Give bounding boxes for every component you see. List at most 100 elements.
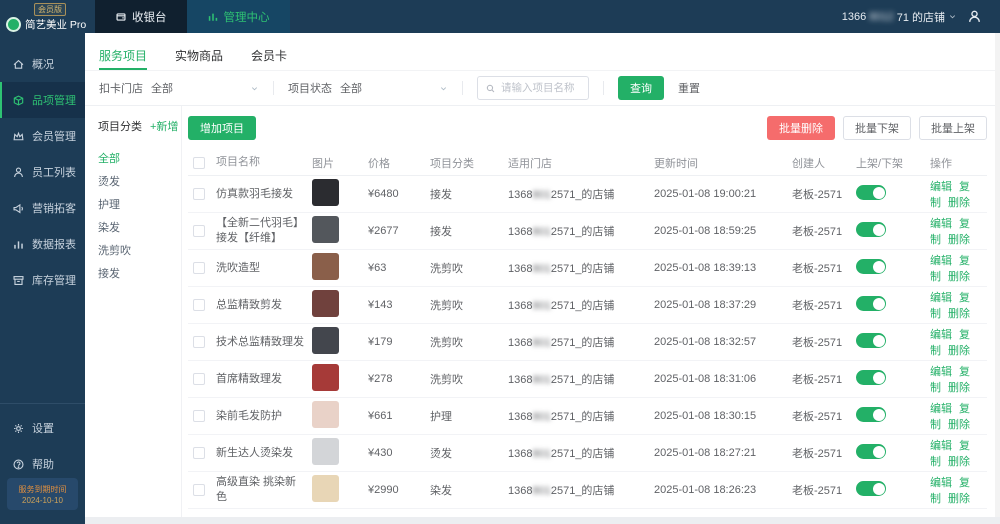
sidebar-item-marketing[interactable]: 营销拓客 bbox=[0, 190, 85, 226]
sidebar-item-overview[interactable]: 概况 bbox=[0, 46, 85, 82]
sidebar-item-items-management[interactable]: 品项管理 bbox=[0, 82, 85, 118]
col-price: 价格 bbox=[368, 157, 390, 170]
sidebar-item-reports[interactable]: 数据报表 bbox=[0, 226, 85, 262]
row-actions: 编辑 复制 删除 bbox=[930, 215, 987, 247]
category-item-care[interactable]: 护理 bbox=[98, 196, 181, 212]
row-checkbox[interactable] bbox=[193, 188, 205, 200]
sidebar-item-help[interactable]: 帮助 bbox=[0, 446, 85, 482]
delete-link[interactable]: 删除 bbox=[948, 382, 970, 394]
col-actions: 操作 bbox=[930, 157, 952, 170]
item-price: ¥6480 bbox=[368, 188, 399, 200]
reset-button[interactable]: 重置 bbox=[678, 80, 700, 96]
account-dropdown[interactable]: 1366 8012 71 的店铺 bbox=[842, 9, 957, 25]
delete-link[interactable]: 删除 bbox=[948, 308, 970, 320]
sidebar-item-label: 品项管理 bbox=[32, 95, 76, 107]
item-photo bbox=[312, 253, 339, 280]
on-shelf-toggle[interactable] bbox=[856, 333, 886, 348]
brand: 简艺美业 Pro bbox=[0, 16, 86, 32]
admin-center-tab[interactable]: 管理中心 bbox=[186, 0, 290, 33]
status-filter-select[interactable]: 全部 bbox=[340, 80, 448, 96]
sidebar-item-staff[interactable]: 员工列表 bbox=[0, 154, 85, 190]
category-item-dye[interactable]: 染发 bbox=[98, 219, 181, 235]
edit-link[interactable]: 编辑 bbox=[930, 366, 952, 378]
toggle-knob bbox=[872, 482, 885, 495]
query-button[interactable]: 查询 bbox=[618, 76, 664, 100]
item-price: ¥2677 bbox=[368, 225, 399, 237]
delete-link[interactable]: 删除 bbox=[948, 493, 970, 505]
item-search-input[interactable] bbox=[501, 82, 581, 94]
chevron-down-icon bbox=[949, 15, 956, 19]
user-avatar-icon[interactable] bbox=[967, 9, 982, 24]
delete-link[interactable]: 删除 bbox=[948, 456, 970, 468]
item-creator: 老板-2571 bbox=[792, 189, 843, 201]
edit-link[interactable]: 编辑 bbox=[930, 329, 952, 341]
cashier-tab[interactable]: 收银台 bbox=[95, 0, 187, 33]
item-price: ¥143 bbox=[368, 299, 393, 311]
item-price: ¥179 bbox=[368, 336, 393, 348]
gear-icon bbox=[14, 423, 23, 433]
category-item-perm[interactable]: 烫发 bbox=[98, 173, 181, 189]
sidebar-item-members[interactable]: 会员管理 bbox=[0, 118, 85, 154]
on-shelf-toggle[interactable] bbox=[856, 370, 886, 385]
row-checkbox[interactable] bbox=[193, 299, 205, 311]
toggle-knob bbox=[872, 408, 885, 421]
edit-link[interactable]: 编辑 bbox=[930, 255, 952, 267]
scrollbar[interactable] bbox=[995, 33, 1000, 517]
item-creator: 老板-2571 bbox=[792, 337, 843, 349]
select-all-checkbox[interactable] bbox=[193, 156, 205, 169]
toggle-knob bbox=[872, 186, 885, 199]
category-item-all[interactable]: 全部 bbox=[98, 150, 181, 166]
edit-link[interactable]: 编辑 bbox=[930, 440, 952, 452]
store-masked-digits: 801 bbox=[532, 485, 551, 497]
row-actions: 编辑 复制 删除 bbox=[930, 252, 987, 284]
row-checkbox[interactable] bbox=[193, 262, 205, 274]
bulk-on-shelf-button[interactable]: 批量上架 bbox=[919, 116, 987, 140]
sidebar-item-inventory[interactable]: 库存管理 bbox=[0, 262, 85, 298]
store-filter-select[interactable]: 全部 bbox=[151, 80, 259, 96]
delete-link[interactable]: 删除 bbox=[948, 419, 970, 431]
edit-link[interactable]: 编辑 bbox=[930, 477, 952, 489]
row-checkbox[interactable] bbox=[193, 410, 205, 422]
tab-service-items[interactable]: 服务项目 bbox=[99, 47, 148, 70]
bulk-delete-button[interactable]: 批量删除 bbox=[767, 116, 835, 140]
row-actions: 编辑 复制 删除 bbox=[930, 289, 987, 321]
item-store: 13688012571_的店铺 bbox=[508, 337, 615, 349]
toggle-knob bbox=[872, 260, 885, 273]
tab-member-cards[interactable]: 会员卡 bbox=[251, 47, 287, 70]
sidebar-item-settings[interactable]: 设置 bbox=[0, 410, 85, 446]
tab-physical-goods[interactable]: 实物商品 bbox=[175, 47, 223, 70]
add-category-button[interactable]: +新增 bbox=[150, 118, 178, 134]
row-checkbox[interactable] bbox=[193, 373, 205, 385]
on-shelf-toggle[interactable] bbox=[856, 222, 886, 237]
item-creator: 老板-2571 bbox=[792, 374, 843, 386]
delete-link[interactable]: 删除 bbox=[948, 234, 970, 246]
edit-link[interactable]: 编辑 bbox=[930, 218, 952, 230]
edit-link[interactable]: 编辑 bbox=[930, 292, 952, 304]
row-checkbox[interactable] bbox=[193, 447, 205, 459]
app-window: 会员版 简艺美业 Pro 概况 品项管理 会员管理 员工列表 营销拓客 数据报表… bbox=[0, 0, 1000, 524]
delete-link[interactable]: 删除 bbox=[948, 197, 970, 209]
on-shelf-toggle[interactable] bbox=[856, 481, 886, 496]
edit-link[interactable]: 编辑 bbox=[930, 403, 952, 415]
row-checkbox[interactable] bbox=[193, 484, 205, 496]
on-shelf-toggle[interactable] bbox=[856, 444, 886, 459]
add-item-button[interactable]: 增加项目 bbox=[188, 116, 256, 140]
category-item-cut[interactable]: 洗剪吹 bbox=[98, 242, 181, 258]
row-checkbox[interactable] bbox=[193, 225, 205, 237]
item-store: 13688012571_的店铺 bbox=[508, 448, 615, 460]
delete-link[interactable]: 删除 bbox=[948, 345, 970, 357]
on-shelf-toggle[interactable] bbox=[856, 407, 886, 422]
item-creator: 老板-2571 bbox=[792, 411, 843, 423]
table-row: 新生达人烫染发 ¥430 烫发 13688012571_的店铺 2025-01-… bbox=[188, 435, 987, 472]
on-shelf-toggle[interactable] bbox=[856, 296, 886, 311]
bulk-off-shelf-button[interactable]: 批量下架 bbox=[843, 116, 911, 140]
on-shelf-toggle[interactable] bbox=[856, 185, 886, 200]
delete-link[interactable]: 删除 bbox=[948, 271, 970, 283]
item-name: 技术总监精致理发 bbox=[216, 335, 304, 348]
category-item-extension[interactable]: 接发 bbox=[98, 265, 181, 281]
on-shelf-toggle[interactable] bbox=[856, 259, 886, 274]
table-header-row: 项目名称 图片 价格 项目分类 适用门店 更新时间 创建人 上架/下架 操作 bbox=[188, 150, 987, 176]
edit-link[interactable]: 编辑 bbox=[930, 181, 952, 193]
row-checkbox[interactable] bbox=[193, 336, 205, 348]
store-masked-digits: 801 bbox=[532, 448, 551, 460]
